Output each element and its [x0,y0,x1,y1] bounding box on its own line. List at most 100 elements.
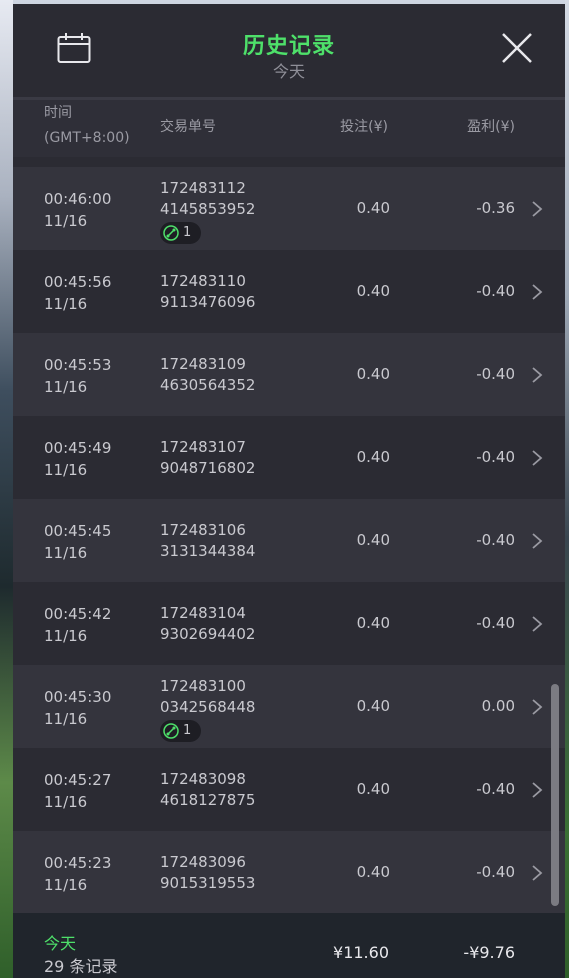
history-row[interactable]: 00:45:49 11/16 172483107 9048716802 0.40… [13,416,565,499]
row-time-value: 00:45:49 [44,439,112,457]
row-order-part1: 172483100 [160,677,246,695]
row-date-value: 11/16 [44,212,88,230]
row-order-part1: 172483104 [160,604,246,622]
page-title: 历史记录 [242,34,335,59]
chevron-right-icon[interactable] [531,283,543,301]
history-row[interactable]: 00:45:23 11/16 172483096 9015319553 0.40… [13,831,565,914]
chevron-right-icon[interactable] [531,200,543,218]
history-list: 00:46:00 11/16 172483112 4145853952 1 0.… [13,167,565,914]
column-header-bet: 投注(¥) [340,119,388,135]
chevron-right-icon[interactable] [531,864,543,882]
row-profit: -0.40 [476,448,515,466]
row-order-part2: 4145853952 [160,200,256,218]
row-time: 00:46:00 11/16 [44,188,111,232]
row-order-part2: 4630564352 [160,376,256,394]
row-bet: 0.40 [356,780,390,798]
row-profit: -0.36 [476,199,515,217]
row-profit: -0.40 [476,531,515,549]
parlay-badge: 1 [160,720,202,742]
row-bet: 0.40 [356,199,390,217]
row-date-value: 11/16 [44,544,88,562]
row-order-part1: 172483096 [160,853,246,871]
row-time-value: 00:45:30 [44,688,112,706]
footer-period: 今天 [44,934,77,953]
row-time: 00:45:45 11/16 [44,520,111,564]
chevron-right-icon[interactable] [531,532,543,550]
row-order-number: 172483109 4630564352 [160,354,255,396]
row-order-number: 172483100 0342568448 1 [160,676,255,742]
footer-total-bet: ¥11.60 [333,943,389,962]
page-subtitle: 今天 [272,62,305,81]
row-date-value: 11/16 [44,461,88,479]
history-row[interactable]: 00:46:00 11/16 172483112 4145853952 1 0.… [13,167,565,250]
row-profit: 0.00 [481,697,515,715]
parlay-badge: 1 [160,222,202,244]
row-order-part2: 4618127875 [160,791,256,809]
column-header-order: 交易单号 [160,119,216,135]
chevron-right-icon[interactable] [531,366,543,384]
row-time: 00:45:56 11/16 [44,271,111,315]
row-order-part1: 172483098 [160,770,246,788]
history-row[interactable]: 00:45:42 11/16 172483104 9302694402 0.40… [13,582,565,665]
chevron-right-icon[interactable] [531,449,543,467]
row-order-part2: 0342568448 [160,698,256,716]
row-order-part1: 172483109 [160,355,246,373]
history-row[interactable]: 00:45:27 11/16 172483098 4618127875 0.40… [13,748,565,831]
parlay-icon [163,224,179,241]
row-bet: 0.40 [356,282,390,300]
column-headers: 时间 (GMT+8:00) 交易单号 投注(¥) 盈利(¥) [13,100,565,157]
column-header-timezone: (GMT+8:00) [44,130,130,146]
row-date-value: 11/16 [44,627,88,645]
row-time-value: 00:45:27 [44,771,112,789]
row-time-value: 00:45:42 [44,605,112,623]
row-order-part2: 9302694402 [160,625,256,643]
summary-footer: 今天 29 条记录 ¥11.60 -¥9.76 [13,913,565,978]
row-bet: 0.40 [356,863,390,881]
parlay-icon [163,722,179,739]
chevron-right-icon[interactable] [531,698,543,716]
row-time-value: 00:46:00 [44,190,112,208]
row-time: 00:45:42 11/16 [44,603,111,647]
row-date-value: 11/16 [44,295,88,313]
scrollbar-thumb[interactable] [551,684,559,906]
panel-header: 历史记录 今天 [13,4,565,100]
row-order-number: 172483106 3131344384 [160,520,255,562]
row-profit: -0.40 [476,614,515,632]
chevron-right-icon[interactable] [531,615,543,633]
parlay-count: 1 [183,225,192,240]
row-order-number: 172483098 4618127875 [160,769,255,811]
row-profit: -0.40 [476,365,515,383]
background-left-edge [0,0,13,978]
row-order-part2: 9113476096 [160,293,256,311]
row-order-number: 172483096 9015319553 [160,852,255,894]
history-panel: 历史记录 今天 时间 (GMT+8:00) 交易单号 投注(¥) 盈利(¥) 0… [13,4,565,978]
row-order-number: 172483112 4145853952 1 [160,178,255,244]
row-profit: -0.40 [476,282,515,300]
row-time: 00:45:53 11/16 [44,354,111,398]
row-profit: -0.40 [476,780,515,798]
history-row[interactable]: 00:45:45 11/16 172483106 3131344384 0.40… [13,499,565,582]
footer-total-profit: -¥9.76 [463,943,515,962]
row-time-value: 00:45:23 [44,854,112,872]
row-bet: 0.40 [356,614,390,632]
row-bet: 0.40 [356,531,390,549]
row-time-value: 00:45:45 [44,522,112,540]
parlay-count: 1 [183,723,192,738]
row-order-number: 172483110 9113476096 [160,271,255,313]
history-row[interactable]: 00:45:53 11/16 172483109 4630564352 0.40… [13,333,565,416]
row-time: 00:45:49 11/16 [44,437,111,481]
row-order-part2: 3131344384 [160,542,256,560]
row-time-value: 00:45:56 [44,273,112,291]
row-date-value: 11/16 [44,876,88,894]
chevron-right-icon[interactable] [531,781,543,799]
background-right-edge [565,0,569,978]
column-header-profit: 盈利(¥) [467,119,515,135]
row-time-value: 00:45:53 [44,356,112,374]
row-order-part2: 9048716802 [160,459,256,477]
history-row[interactable]: 00:45:56 11/16 172483110 9113476096 0.40… [13,250,565,333]
history-row[interactable]: 00:45:30 11/16 172483100 0342568448 1 0.… [13,665,565,748]
row-order-number: 172483104 9302694402 [160,603,255,645]
close-icon[interactable] [500,31,534,65]
row-date-value: 11/16 [44,378,88,396]
row-order-part1: 172483106 [160,521,246,539]
